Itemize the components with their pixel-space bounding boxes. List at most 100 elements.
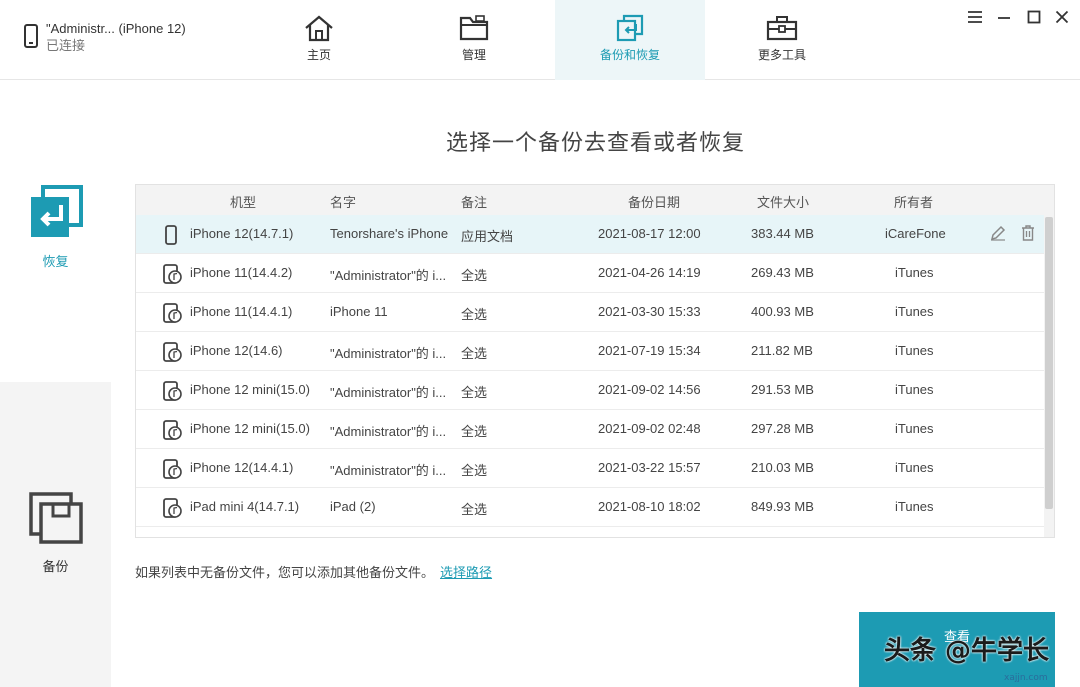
cell-note: 全选: [461, 385, 488, 400]
sidebar-backup-panel: 备份: [0, 382, 111, 687]
cell-owner: iCareFone: [885, 226, 946, 241]
restore-icon: [30, 185, 83, 237]
sidebar-backup-label: 备份: [42, 559, 69, 574]
nav-manage[interactable]: 管理: [399, 0, 549, 80]
table-row[interactable]: iPhone 11(14.4.1) iPhone 11 全选 2021-03-3…: [136, 293, 1044, 332]
itunes-device-icon: [163, 381, 182, 401]
table-row[interactable]: iPhone 12(14.6) "Administrator"的 i... 全选…: [136, 332, 1044, 371]
cell-owner: iTunes: [895, 499, 934, 514]
nav-home[interactable]: 主页: [244, 0, 394, 80]
choose-path-link[interactable]: 选择路径: [440, 565, 492, 580]
cell-owner: iTunes: [895, 382, 934, 397]
cell-date: 2021-08-17 12:00: [598, 226, 701, 241]
connected-device: "Administr... (iPhone 12) 已连接: [24, 20, 186, 54]
toolbox-icon: [766, 16, 798, 41]
nav-manage-label: 管理: [461, 48, 486, 62]
column-model: 机型: [230, 195, 257, 210]
table-scrollbar[interactable]: [1044, 215, 1054, 537]
cell-name: Tenorshare's iPhone: [330, 226, 449, 241]
cell-model: iPhone 12 mini(15.0): [190, 382, 310, 397]
itunes-device-icon: [163, 342, 182, 362]
cell-name: "Administrator"的 i...: [330, 385, 447, 400]
cell-owner: iTunes: [895, 304, 934, 319]
cell-note: 全选: [461, 307, 488, 322]
minimize-button[interactable]: [993, 6, 1015, 28]
scrollbar-thumb[interactable]: [1045, 217, 1053, 509]
table-row[interactable]: iPhone 12 mini(15.0) "Administrator"的 i.…: [136, 410, 1044, 449]
cell-size: 849.93 MB: [751, 499, 814, 514]
cell-name: iPad (2): [330, 499, 376, 514]
nav-more-tools-label: 更多工具: [757, 48, 806, 62]
column-size: 文件大小: [757, 195, 810, 210]
sidebar-restore-panel: 恢复: [0, 81, 111, 382]
backup-icon: [28, 492, 83, 544]
cell-date: 2021-03-22 15:57: [598, 460, 701, 475]
column-owner: 所有者: [894, 195, 934, 210]
close-icon: [1055, 10, 1069, 24]
hint-message: 如果列表中无备份文件，您可以添加其他备份文件。: [135, 565, 435, 580]
table-row[interactable]: iPad mini 4(14.7.1) iPad (2) 全选 2021-08-…: [136, 488, 1044, 527]
sidebar-restore-label: 恢复: [42, 254, 69, 269]
page-title: 选择一个备份去查看或者恢复: [445, 130, 745, 155]
minimize-icon: [998, 17, 1010, 19]
cell-note: 全选: [461, 463, 488, 478]
cell-date: 2021-07-19 15:34: [598, 343, 701, 358]
phone-icon: [165, 225, 177, 245]
cell-model: iPhone 11(14.4.2): [190, 265, 293, 280]
cell-name: "Administrator"的 i...: [330, 346, 447, 361]
app-header: "Administr... (iPhone 12) 已连接 主页 管理 备份和恢…: [0, 0, 1080, 80]
sidebar: 恢复 备份: [0, 81, 111, 687]
close-button[interactable]: [1051, 6, 1073, 28]
phone-icon: [24, 24, 38, 48]
cell-note: 全选: [461, 268, 488, 283]
table-row[interactable]: iPhone 11(14.4.2) "Administrator"的 i... …: [136, 254, 1044, 293]
cell-size: 383.44 MB: [751, 226, 814, 241]
cell-model: iPhone 11(14.4.1): [190, 304, 293, 319]
cell-note: 全选: [461, 502, 488, 517]
cell-date: 2021-03-30 15:33: [598, 304, 701, 319]
cell-name: "Administrator"的 i...: [330, 424, 447, 439]
home-icon: [305, 15, 333, 42]
sidebar-item-backup[interactable]: 备份: [0, 492, 111, 575]
table-row[interactable]: iPhone 12(14.7.1) Tenorshare's iPhone 应用…: [136, 215, 1044, 254]
sidebar-item-restore[interactable]: 恢复: [0, 185, 111, 270]
watermark: 头条 @牛学长: [884, 636, 1050, 666]
trash-icon[interactable]: [1020, 225, 1036, 241]
cell-model: iPhone 12(14.7.1): [190, 226, 294, 241]
cell-model: iPhone 12 mini(15.0): [190, 421, 310, 436]
menu-icon: [968, 11, 982, 23]
itunes-device-icon: [163, 459, 182, 479]
edit-icon[interactable]: [990, 225, 1006, 241]
column-date: 备份日期: [628, 195, 681, 210]
maximize-button[interactable]: [1023, 6, 1045, 28]
backup-restore-icon: [616, 14, 644, 42]
itunes-device-icon: [163, 303, 182, 323]
itunes-device-icon: [163, 420, 182, 440]
hint-text: 如果列表中无备份文件，您可以添加其他备份文件。 选择路径: [135, 562, 492, 581]
cell-date: 2021-08-10 18:02: [598, 499, 701, 514]
cell-name: "Administrator"的 i...: [330, 463, 447, 478]
nav-backup-restore[interactable]: 备份和恢复: [555, 0, 705, 80]
menu-button[interactable]: [964, 6, 986, 28]
cell-owner: iTunes: [895, 343, 934, 358]
nav-home-label: 主页: [306, 48, 331, 62]
column-name: 名字: [330, 195, 357, 210]
nav-more-tools[interactable]: 更多工具: [707, 0, 857, 80]
cell-date: 2021-04-26 14:19: [598, 265, 701, 280]
table-row[interactable]: iPhone 12(14.4.1) "Administrator"的 i... …: [136, 449, 1044, 488]
itunes-device-icon: [163, 498, 182, 518]
maximize-icon: [1027, 10, 1041, 24]
cell-date: 2021-09-02 02:48: [598, 421, 701, 436]
cell-owner: iTunes: [895, 421, 934, 436]
cell-owner: iTunes: [895, 265, 934, 280]
cell-size: 297.28 MB: [751, 421, 814, 436]
cell-model: iPad mini 4(14.7.1): [190, 499, 300, 514]
cell-note: 全选: [461, 424, 488, 439]
cell-model: iPhone 12(14.6): [190, 343, 283, 358]
table-row[interactable]: iPhone 12 mini(15.0) "Administrator"的 i.…: [136, 371, 1044, 410]
cell-size: 400.93 MB: [751, 304, 814, 319]
column-note: 备注: [461, 195, 488, 210]
cell-size: 211.82 MB: [751, 343, 813, 358]
cell-note: 全选: [461, 346, 488, 361]
cell-size: 269.43 MB: [751, 265, 814, 280]
